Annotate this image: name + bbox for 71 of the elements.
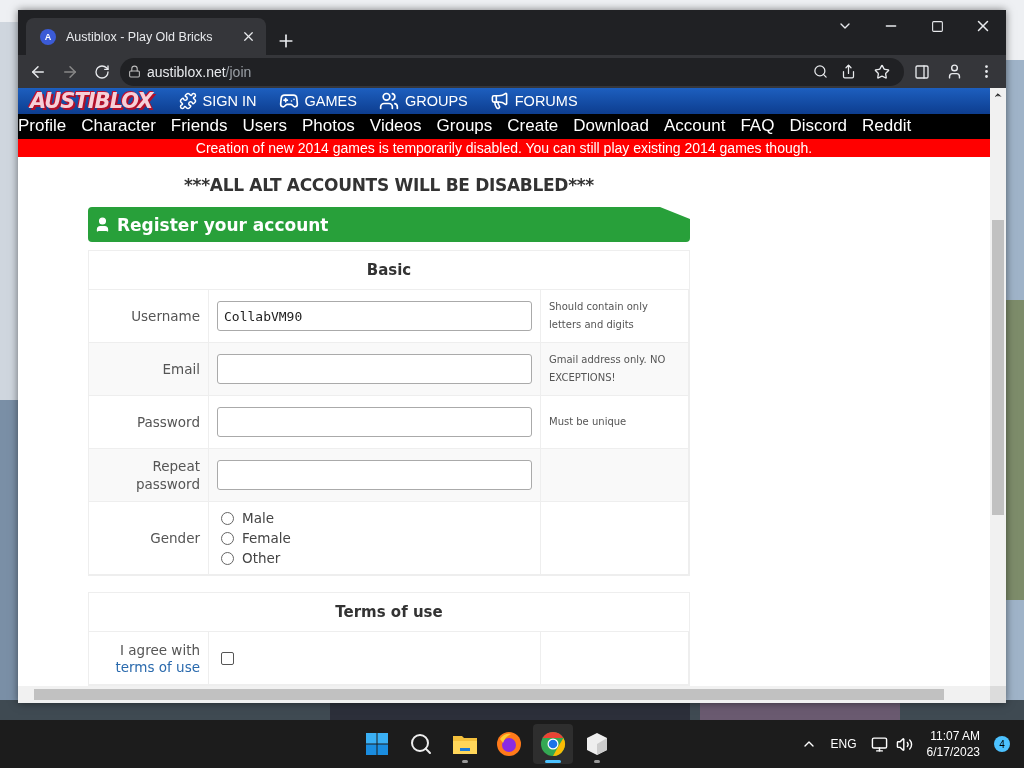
bookmark-star-icon[interactable] [874, 63, 890, 80]
notice-heading: ***ALL ALT ACCOUNTS WILL BE DISABLED*** [183, 174, 595, 197]
notification-badge[interactable]: 4 [994, 736, 1010, 752]
scrollbar-corner [990, 686, 1006, 703]
horizontal-scrollbar[interactable] [18, 686, 990, 703]
megaphone-icon [489, 91, 509, 111]
side-panel-icon[interactable] [914, 63, 930, 80]
browser-tab[interactable]: A Austiblox - Play Old Bricks [26, 18, 266, 55]
reload-icon[interactable] [94, 63, 110, 80]
radio-label: Other [242, 550, 281, 566]
field-label: Gender [150, 529, 200, 547]
field-hint: Should contain only letters and digits [549, 300, 649, 332]
text-field[interactable]: CollabVM90 [217, 301, 532, 331]
radio-button[interactable] [221, 531, 234, 545]
alert-banner: Creation of new 2014 games is temporarily disabled. You can still play existing 2014 games though. [18, 139, 990, 157]
menu-link[interactable]: Discord [789, 116, 847, 137]
site-logo[interactable]: AUSTIBLOX [30, 88, 153, 113]
lock-icon [128, 65, 141, 78]
menu-link[interactable]: Download [573, 116, 649, 137]
scroll-up-icon[interactable] [993, 90, 1003, 100]
menu-link[interactable]: Photos [301, 116, 355, 137]
vertical-scrollbar[interactable] [990, 88, 1006, 686]
network-icon[interactable] [870, 735, 888, 753]
users-icon [378, 90, 399, 111]
text-field[interactable] [217, 460, 532, 490]
menu-link[interactable]: Friends [170, 116, 228, 137]
search-icon[interactable] [813, 64, 828, 79]
field-label: I agree with [120, 641, 200, 659]
field-hint: Gmail address only. NO EXCEPTIONS! [549, 353, 667, 385]
puzzle-icon [178, 91, 197, 110]
menu-link[interactable]: Character [81, 116, 156, 137]
nav-link[interactable]: FORUMS [489, 91, 578, 111]
volume-icon[interactable] [895, 735, 913, 753]
radio-label: Female [242, 530, 291, 546]
close-icon[interactable] [241, 29, 256, 44]
checkbox[interactable] [221, 651, 234, 665]
field-label: Repeat password [134, 457, 200, 493]
field-label: Email [162, 360, 200, 378]
terms-link[interactable]: terms of use [115, 659, 200, 675]
text-field[interactable] [217, 354, 532, 384]
chrome-icon[interactable] [540, 731, 567, 757]
favicon-icon: A [40, 28, 56, 45]
menu-link[interactable]: Reddit [862, 116, 912, 137]
clock[interactable]: 11:07 AM 6/17/2023 [926, 728, 980, 760]
text-field[interactable] [217, 407, 532, 437]
share-icon[interactable] [840, 64, 856, 79]
folder-icon[interactable] [452, 733, 479, 755]
menu-link[interactable]: Profile [18, 116, 67, 137]
radio-button[interactable] [221, 511, 234, 525]
field-label: Username [131, 307, 200, 325]
menu-link[interactable]: Account [663, 116, 726, 137]
nav-link[interactable]: GROUPS [378, 90, 468, 111]
field-label: Password [136, 413, 200, 431]
radio-label: Male [242, 510, 274, 526]
user-icon [94, 216, 111, 233]
radio-button[interactable] [221, 551, 234, 565]
maximize-icon[interactable] [930, 19, 944, 33]
menu-link[interactable]: FAQ [740, 116, 775, 137]
nav-link[interactable]: GAMES [278, 90, 357, 111]
field-hint: Must be unique [549, 415, 627, 429]
search-icon[interactable] [409, 732, 434, 756]
language-indicator[interactable]: ENG [830, 737, 857, 751]
windows-logo-icon[interactable] [365, 732, 390, 756]
nav-link[interactable]: SIGN IN [178, 91, 257, 110]
form-title: Register your account [117, 214, 329, 235]
menu-link[interactable]: Groups [436, 116, 493, 137]
menu-link[interactable]: Users [242, 116, 287, 137]
menu-link[interactable]: Create [507, 116, 559, 137]
firefox-icon[interactable] [496, 731, 523, 757]
menu-link[interactable]: Videos [369, 116, 422, 137]
cube-icon[interactable] [585, 732, 610, 756]
